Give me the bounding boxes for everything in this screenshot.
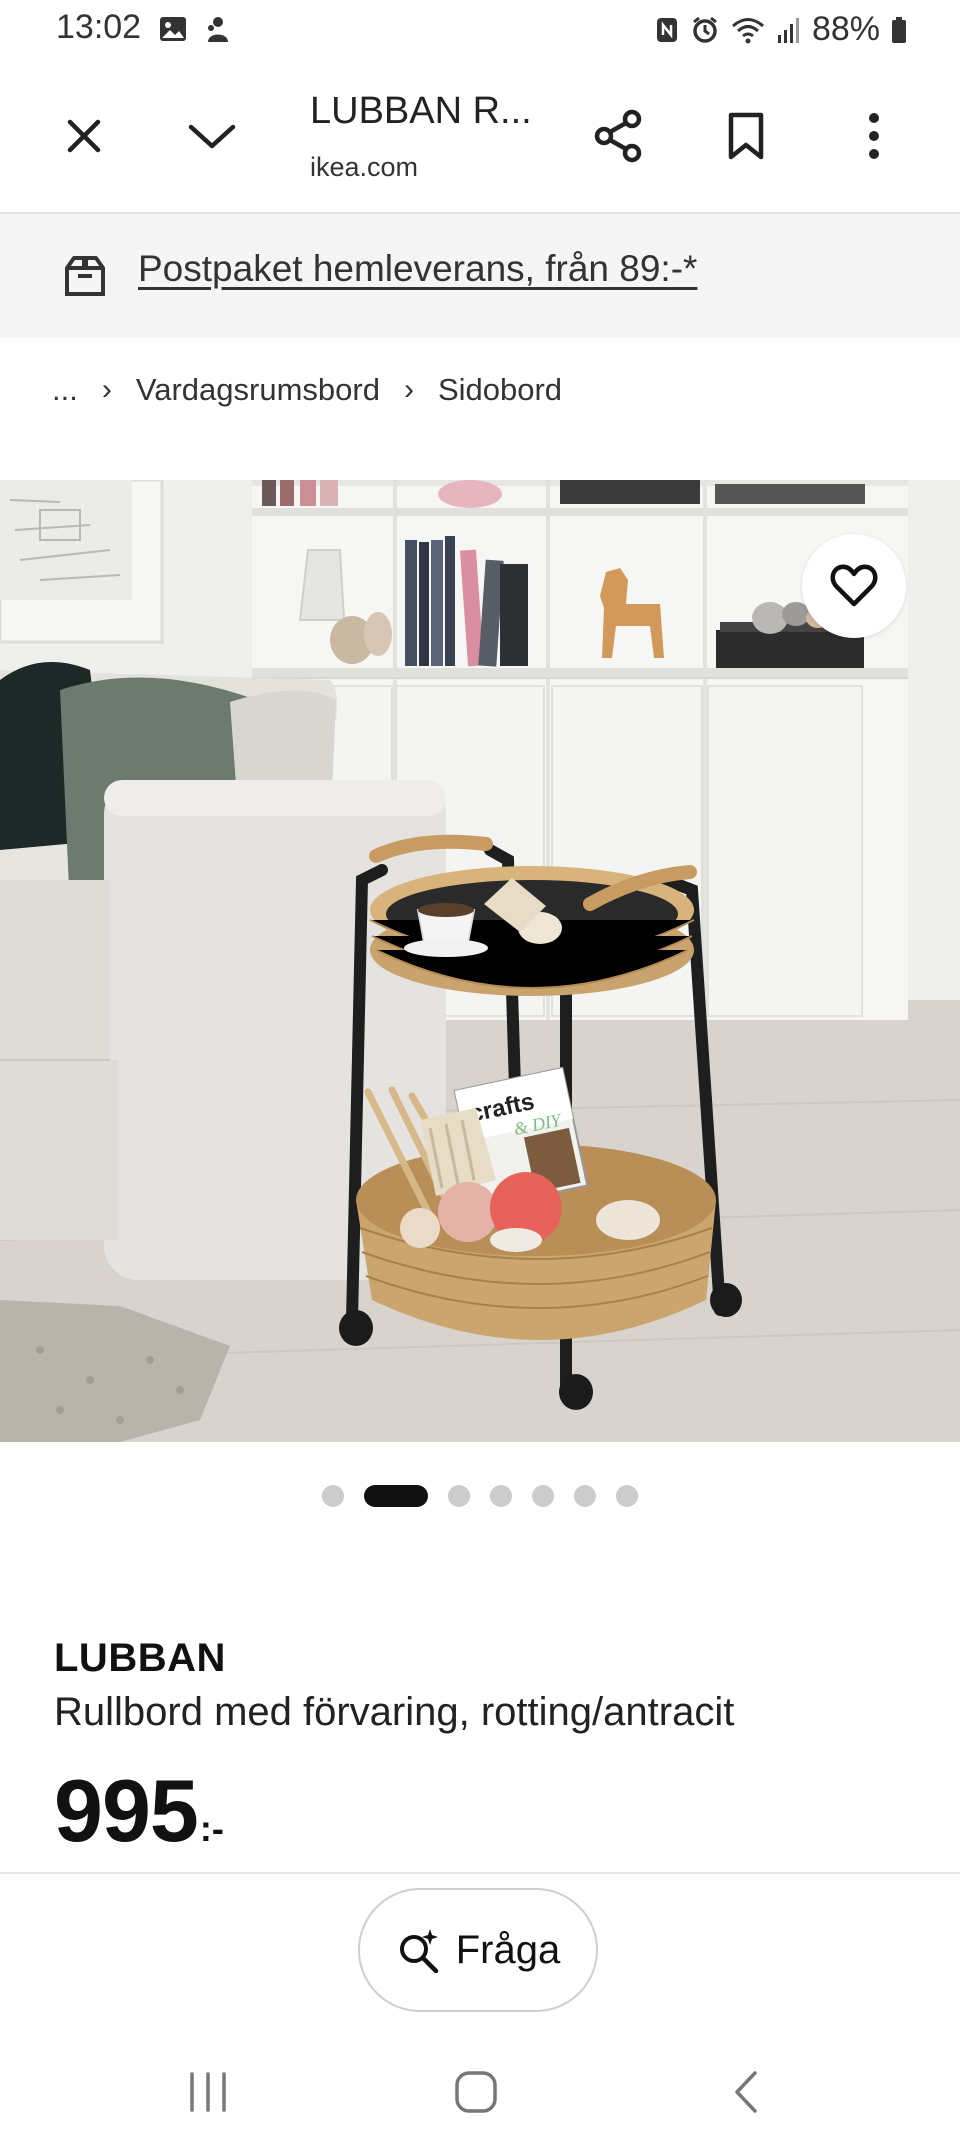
price-suffix: :- [199,1808,224,1849]
breadcrumb-item-vardagsrumsbord[interactable]: Vardagsrumsbord [136,372,380,408]
status-time: 13:02 [56,8,142,46]
status-icons-left [158,14,232,49]
back-button[interactable] [706,2052,786,2132]
carousel-dot[interactable] [616,1485,638,1507]
breadcrumb-chevron-icon: › [403,373,414,406]
delivery-promo-banner[interactable]: Postpaket hemleverans, från 89:-* [0,214,960,338]
sparkle-search-icon [399,1929,438,1973]
bottom-action-bar: Fråga [0,1872,960,2054]
product-photo: crafts & DIY [0,480,960,1442]
status-icons-right: 88% [654,10,908,49]
system-navigation-bar [0,2040,960,2140]
more-options-button[interactable] [842,104,906,168]
favorite-button[interactable] [802,534,906,638]
product-price: 995 :- [54,1760,224,1862]
recent-apps-icon [190,2072,226,2112]
share-icon [594,109,642,163]
alarm-icon [690,15,720,45]
back-icon [735,2071,757,2113]
recent-apps-button[interactable] [168,2052,248,2132]
status-bar: 13:02 88% [0,0,960,64]
delivery-promo-link[interactable]: Postpaket hemleverans, från 89:-* [138,248,697,290]
more-icon [869,113,879,159]
carousel-indicator [0,1484,960,1508]
signal-icon [776,15,802,45]
home-button[interactable] [436,2052,516,2132]
close-icon [67,119,101,153]
bookmark-icon [728,112,764,160]
battery-text: 88% [811,10,880,48]
breadcrumb-ellipsis[interactable]: ... [52,372,78,408]
breadcrumb: ... › Vardagsrumsbord › Sidobord [52,372,562,408]
breadcrumb-chevron-icon: › [101,373,112,406]
page-url[interactable]: ikea.com [310,152,418,183]
battery-icon [890,15,908,45]
close-button[interactable] [52,104,116,168]
breadcrumb-item-sidobord[interactable]: Sidobord [438,372,562,408]
home-icon [455,2071,497,2113]
ask-button[interactable]: Fråga [358,1888,598,2012]
product-name: LUBBAN [54,1636,226,1680]
carousel-dot[interactable] [532,1485,554,1507]
page-title[interactable]: LUBBAN R... [310,90,532,133]
delivery-box-icon [62,252,108,303]
carousel-dot[interactable] [448,1485,470,1507]
gallery-icon [158,14,188,49]
carousel-dot[interactable] [322,1485,344,1507]
ask-button-label: Fråga [455,1927,561,1972]
price-value: 995 [54,1761,199,1860]
carousel-dot[interactable] [490,1485,512,1507]
product-image[interactable]: crafts & DIY [0,480,960,1442]
chevron-down-icon [188,124,236,149]
browser-toolbar: LUBBAN R... ikea.com [0,64,960,214]
carousel-dot[interactable] [574,1485,596,1507]
heart-icon [830,564,878,607]
share-button[interactable] [586,104,650,168]
collapse-button[interactable] [180,104,244,168]
notification-icon [204,14,232,49]
product-description: Rullbord med förvaring, rotting/antracit [54,1690,735,1734]
nfc-icon [654,15,680,45]
carousel-dot-active[interactable] [364,1485,428,1507]
bookmark-button[interactable] [714,104,778,168]
wifi-icon [730,15,766,45]
